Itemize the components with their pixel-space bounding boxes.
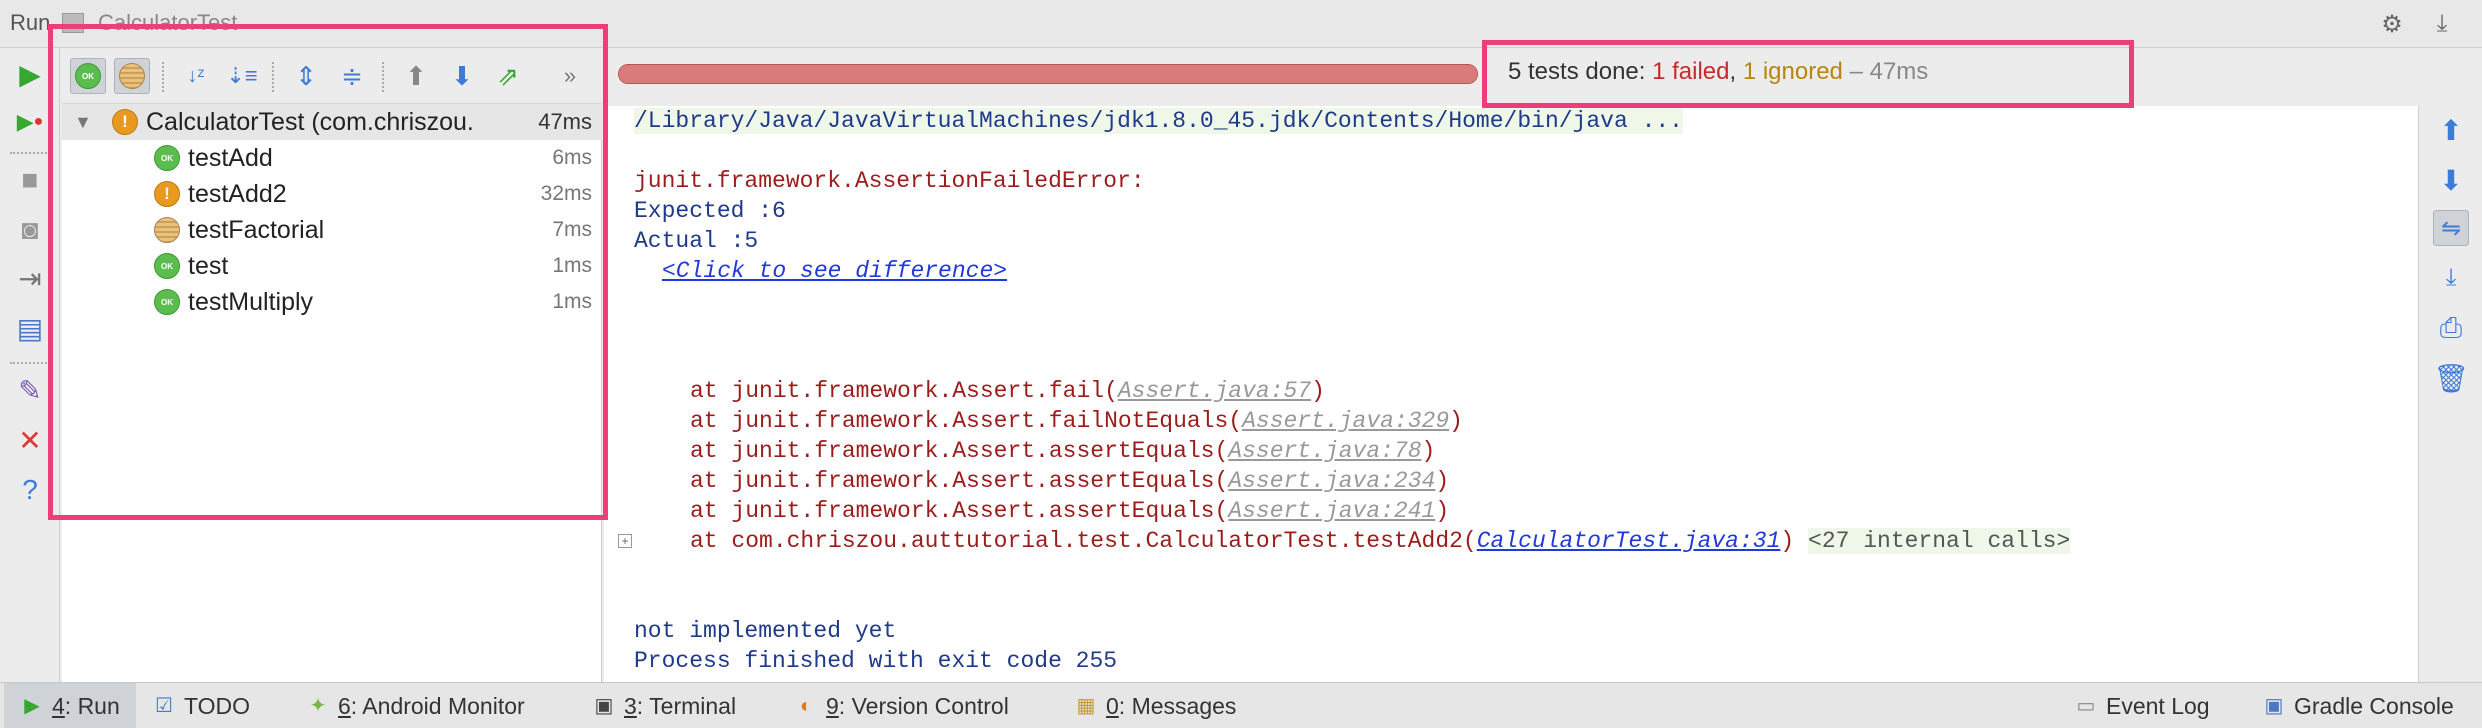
exit-code-line: Process finished with exit code 255 bbox=[634, 648, 1118, 674]
frame-text: at junit.framework.Assert.fail( bbox=[690, 378, 1118, 404]
frame-link[interactable]: CalculatorTest.java:31 bbox=[1477, 528, 1781, 554]
tab-label: : Run bbox=[64, 692, 120, 719]
rerun-failed-icon[interactable]: ▶ ● bbox=[12, 104, 48, 140]
frame-suffix: ) bbox=[1421, 438, 1436, 464]
highlight-test-tree bbox=[48, 24, 608, 520]
tab-label: : Terminal bbox=[636, 692, 737, 719]
tab-label: : Version Control bbox=[838, 692, 1009, 719]
tab-messages[interactable]: ▦ 0: Messages bbox=[1074, 683, 1237, 728]
pin-icon[interactable]: ✎ bbox=[12, 372, 48, 408]
error-title: junit.framework.AssertionFailedError: bbox=[634, 168, 1145, 194]
tab-todo[interactable]: ☑ TODO bbox=[152, 683, 250, 728]
vcs-icon: ◐ bbox=[799, 695, 813, 717]
tab-terminal[interactable]: ▣ 3: Terminal bbox=[592, 683, 737, 728]
stack-frame: at junit.framework.Assert.assertEquals(A… bbox=[690, 498, 1449, 524]
tab-event-log[interactable]: ▭ Event Log bbox=[2074, 683, 2210, 728]
console-output[interactable]: /Library/Java/JavaVirtualMachines/jdk1.8… bbox=[604, 106, 2418, 682]
frame-suffix: ) bbox=[1780, 528, 1795, 554]
tab-mnemonic: 9 bbox=[826, 692, 839, 719]
stack-frame: at junit.framework.Assert.assertEquals(A… bbox=[690, 438, 1435, 464]
stack-frame-test: + at com.chriszou.auttutorial.test.Calcul… bbox=[618, 528, 2071, 554]
internal-calls-fold[interactable]: <27 internal calls> bbox=[1808, 528, 2071, 554]
progress-fill bbox=[619, 65, 1477, 83]
tab-mnemonic: 3 bbox=[624, 692, 637, 719]
command-line[interactable]: /Library/Java/JavaVirtualMachines/jdk1.8… bbox=[634, 108, 1683, 134]
terminal-icon: ▣ bbox=[594, 695, 614, 717]
trash-icon[interactable]: 🗑 bbox=[2433, 360, 2469, 396]
frame-suffix: ) bbox=[1435, 498, 1450, 524]
soft-wrap-icon[interactable]: ⇋ bbox=[2433, 210, 2469, 246]
gear-icon[interactable]: ⚙ bbox=[2376, 8, 2408, 40]
up-stack-icon[interactable]: ⬆ bbox=[2433, 112, 2469, 148]
android-icon: ✦ bbox=[309, 695, 327, 717]
todo-icon: ☑ bbox=[155, 695, 173, 717]
tool-window-bar: ▶ 4: Run ☑ TODO ✦ 6: Android Monitor ▣ 3: Te… bbox=[0, 682, 2482, 728]
frame-text: at junit.framework.Assert.failNotEquals( bbox=[690, 408, 1243, 434]
tab-label: TODO bbox=[184, 692, 251, 719]
stack-frame: at junit.framework.Assert.fail(Assert.ja… bbox=[690, 378, 1325, 404]
tab-label: Gradle Console bbox=[2294, 692, 2454, 719]
down-stack-icon[interactable]: ⬇ bbox=[2433, 162, 2469, 198]
tab-android-monitor[interactable]: ✦ 6: Android Monitor bbox=[306, 683, 525, 728]
fold-expand-icon[interactable]: + bbox=[618, 534, 632, 548]
frame-text: at com.chriszou.auttutorial.test.Calcula… bbox=[690, 528, 1477, 554]
tab-gradle-console[interactable]: ▣ Gradle Console bbox=[2262, 683, 2454, 728]
frame-link[interactable]: Assert.java:78 bbox=[1228, 438, 1421, 464]
highlight-test-summary bbox=[1482, 40, 2134, 108]
frame-link[interactable]: Assert.java:234 bbox=[1228, 468, 1435, 494]
scroll-to-end-icon[interactable]: ⤓ bbox=[2433, 260, 2469, 296]
actual-value: Actual :5 bbox=[634, 228, 759, 254]
test-progress-bar bbox=[618, 64, 1478, 84]
tab-mnemonic: 6 bbox=[338, 692, 351, 719]
run-window-label: Run bbox=[10, 10, 51, 35]
event-log-icon: ▭ bbox=[2076, 695, 2096, 717]
frame-text: at junit.framework.Assert.assertEquals( bbox=[690, 468, 1229, 494]
frame-link[interactable]: Assert.java:329 bbox=[1242, 408, 1449, 434]
print-icon[interactable]: ⎙ bbox=[2433, 310, 2469, 346]
hide-down-icon[interactable]: ⤓ bbox=[2426, 8, 2458, 40]
message-line: not implemented yet bbox=[634, 618, 897, 644]
run-icon: ▶ bbox=[24, 695, 40, 717]
tab-label: Event Log bbox=[2106, 692, 2210, 719]
tab-label: : Android Monitor bbox=[350, 692, 525, 719]
expected-value: Expected :6 bbox=[634, 198, 786, 224]
tab-run[interactable]: ▶ 4: Run bbox=[4, 683, 136, 728]
tab-version-control[interactable]: ◐ 9: Version Control bbox=[794, 683, 1009, 728]
frame-suffix: ) bbox=[1449, 408, 1463, 434]
camera-icon[interactable]: ◙ bbox=[12, 212, 48, 248]
messages-icon: ▦ bbox=[1076, 695, 1096, 717]
see-difference-link[interactable]: <Click to see difference> bbox=[662, 258, 1007, 284]
frame-suffix: ) bbox=[1435, 468, 1450, 494]
right-toolbar: ⬆ ⬇ ⇋ ⤓ ⎙ 🗑 bbox=[2418, 106, 2482, 682]
exit-icon[interactable]: ⇥ bbox=[12, 260, 48, 296]
frame-suffix: ) bbox=[1311, 378, 1325, 404]
close-icon[interactable]: ✕ bbox=[12, 422, 48, 458]
tab-mnemonic: 4 bbox=[52, 692, 65, 719]
frame-link[interactable]: Assert.java:57 bbox=[1118, 378, 1311, 404]
frame-link[interactable]: Assert.java:241 bbox=[1228, 498, 1435, 524]
help-icon[interactable]: ? bbox=[12, 472, 48, 508]
frame-text: at junit.framework.Assert.assertEquals( bbox=[690, 438, 1229, 464]
gradle-console-icon: ▣ bbox=[2264, 695, 2284, 717]
stack-frame: at junit.framework.Assert.assertEquals(A… bbox=[690, 468, 1449, 494]
tab-label: : Messages bbox=[1118, 692, 1237, 719]
frame-text: at junit.framework.Assert.assertEquals( bbox=[690, 498, 1229, 524]
layout-icon[interactable]: ▤ bbox=[12, 310, 48, 346]
tab-mnemonic: 0 bbox=[1106, 692, 1119, 719]
rerun-icon[interactable]: ▶ bbox=[12, 56, 48, 92]
stop-icon[interactable]: ■ bbox=[12, 162, 48, 198]
stack-frame: at junit.framework.Assert.failNotEquals(… bbox=[690, 408, 1463, 434]
